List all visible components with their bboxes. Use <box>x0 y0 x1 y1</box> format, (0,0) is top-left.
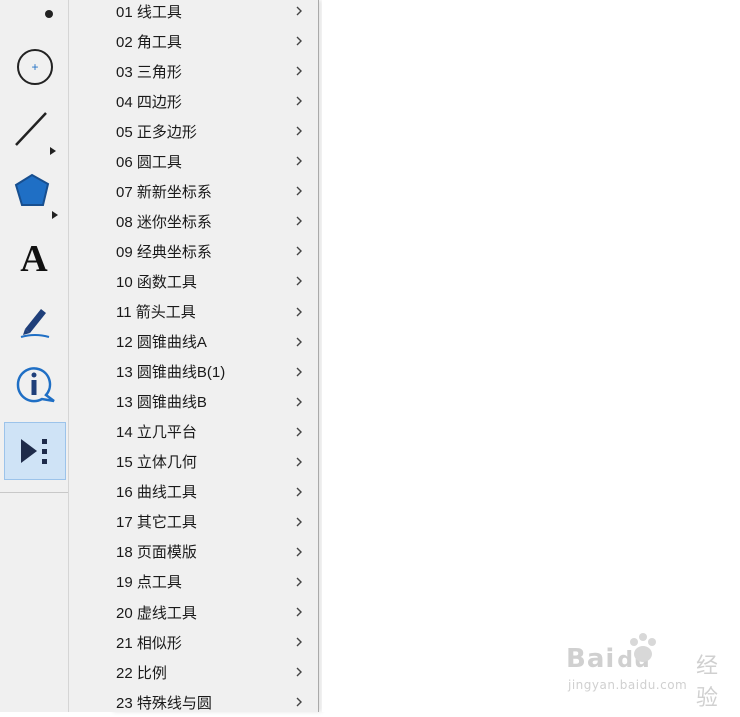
menu-item[interactable]: 18 页面模版 <box>110 537 318 567</box>
menu-item-label: 04 四边形 <box>116 93 182 111</box>
chevron-right-icon <box>296 337 302 347</box>
chevron-right-icon <box>296 216 302 226</box>
chevron-right-icon <box>296 487 302 497</box>
menu-item-label: 02 角工具 <box>116 33 182 51</box>
svg-text:A: A <box>20 238 48 279</box>
menu-item[interactable]: 11 箭头工具 <box>110 297 318 327</box>
marker-pen-icon <box>20 309 50 338</box>
chevron-right-icon <box>296 66 302 76</box>
chevron-right-icon <box>296 637 302 647</box>
menu-item-label: 05 正多边形 <box>116 123 197 141</box>
chevron-right-icon <box>296 697 302 707</box>
menu-gutter <box>69 0 110 712</box>
menu-item[interactable]: 16 曲线工具 <box>110 477 318 507</box>
pentagon-icon <box>14 173 58 219</box>
menu-item-label: 08 迷你坐标系 <box>116 213 212 231</box>
tool-palette: + A <box>0 0 69 712</box>
menu-item-label: 10 函数工具 <box>116 273 197 291</box>
chevron-right-icon <box>296 457 302 467</box>
svg-text:+: + <box>31 60 38 74</box>
menu-item-label: 03 三角形 <box>116 63 182 81</box>
menu-item-label: 13 圆锥曲线B <box>116 394 207 412</box>
chevron-right-icon <box>296 156 302 166</box>
menu-item[interactable]: 19 点工具 <box>110 567 318 597</box>
menu-item[interactable]: 22 比例 <box>110 657 318 687</box>
chevron-right-icon <box>296 667 302 677</box>
chevron-right-icon <box>296 517 302 527</box>
marker-tool-button[interactable] <box>4 292 66 350</box>
point-icon <box>45 10 53 18</box>
polygon-tool-button[interactable] <box>4 164 66 222</box>
watermark-url: jingyan.baidu.com <box>568 678 688 692</box>
text-tool-button[interactable]: A <box>4 228 66 286</box>
menu-item[interactable]: 03 三角形 <box>110 56 318 86</box>
drawing-canvas[interactable] <box>322 0 740 712</box>
menu-item-label: 17 其它工具 <box>116 514 197 532</box>
menu-item[interactable]: 14 立几平台 <box>110 417 318 447</box>
menu-item[interactable]: 17 其它工具 <box>110 507 318 537</box>
menu-item[interactable]: 05 正多边形 <box>110 116 318 146</box>
menu-item-label: 12 圆锥曲线A <box>116 334 207 352</box>
chevron-right-icon <box>296 607 302 617</box>
menu-item-label: 21 相似形 <box>116 634 182 652</box>
menu-item-label: 15 立体几何 <box>116 454 197 472</box>
menu-item[interactable]: 20 虚线工具 <box>110 597 318 627</box>
menu-item-label: 06 圆工具 <box>116 153 182 171</box>
menu-item-label: 19 点工具 <box>116 574 182 592</box>
menu-item[interactable]: 06 圆工具 <box>110 146 318 176</box>
watermark-sub: 经验 <box>696 654 719 711</box>
menu-item-label: 23 特殊线与圆 <box>116 694 212 712</box>
chevron-right-icon <box>296 126 302 136</box>
chevron-right-icon <box>296 186 302 196</box>
circle-icon: + <box>17 49 53 85</box>
chevron-right-icon <box>296 397 302 407</box>
menu-item[interactable]: 21 相似形 <box>110 627 318 657</box>
menu-item-label: 13 圆锥曲线B(1) <box>116 364 226 382</box>
info-tool-button[interactable] <box>4 356 66 414</box>
chevron-right-icon <box>296 427 302 437</box>
menu-item-label: 20 虚线工具 <box>116 604 197 622</box>
menu-item[interactable]: 12 圆锥曲线A <box>110 327 318 357</box>
menu-item-label: 09 经典坐标系 <box>116 243 212 261</box>
chevron-right-icon <box>296 367 302 377</box>
line-tool-button[interactable] <box>4 100 66 158</box>
menu-item[interactable]: 15 立体几何 <box>110 447 318 477</box>
menu-item[interactable]: 04 四边形 <box>110 86 318 116</box>
menu-item-label: 11 箭头工具 <box>116 304 196 321</box>
menu-item[interactable]: 08 迷你坐标系 <box>110 206 318 236</box>
menu-item-label: 07 新新坐标系 <box>116 183 212 201</box>
menu-item[interactable]: 13 圆锥曲线B(1) <box>110 357 318 387</box>
menu-item-label: 14 立几平台 <box>116 424 197 442</box>
menu-item-label: 22 比例 <box>116 664 167 682</box>
custom-tools-icon <box>21 439 47 464</box>
toolbar-divider <box>0 492 68 493</box>
menu-item-label: 16 曲线工具 <box>116 484 197 502</box>
line-segment-icon <box>15 112 56 155</box>
custom-tools-button[interactable] <box>4 422 66 480</box>
menu-item[interactable]: 13 圆锥曲线B <box>110 387 318 417</box>
menu-item-label: 01 线工具 <box>116 3 182 21</box>
menu-item[interactable]: 01 线工具 <box>110 0 318 26</box>
menu-item[interactable]: 23 特殊线与圆 <box>110 687 318 717</box>
chevron-right-icon <box>296 577 302 587</box>
chevron-right-icon <box>296 246 302 256</box>
chevron-right-icon <box>296 6 302 16</box>
paw-logo-icon <box>630 633 656 662</box>
chevron-right-icon <box>296 547 302 557</box>
point-tool-button[interactable] <box>4 0 66 32</box>
menu-item[interactable]: 09 经典坐标系 <box>110 236 318 266</box>
circle-tool-button[interactable]: + <box>4 38 66 96</box>
menu-item-label: 18 页面模版 <box>116 544 197 562</box>
chevron-right-icon <box>296 307 302 316</box>
menu-item[interactable]: 02 角工具 <box>110 26 318 56</box>
text-A-icon: A <box>20 238 48 279</box>
menu-item[interactable]: 07 新新坐标系 <box>110 176 318 206</box>
chevron-right-icon <box>296 96 302 106</box>
watermark: Baidu 经验 jingyan.baidu.com <box>566 632 726 711</box>
custom-tools-menu: 01 线工具 02 角工具 03 三角形 04 四边形 05 正多边形 06 圆工具 07 … <box>110 0 319 712</box>
chevron-right-icon <box>296 276 302 286</box>
chevron-right-icon <box>296 36 302 46</box>
menu-item[interactable]: 10 函数工具 <box>110 266 318 296</box>
info-icon <box>16 367 55 403</box>
